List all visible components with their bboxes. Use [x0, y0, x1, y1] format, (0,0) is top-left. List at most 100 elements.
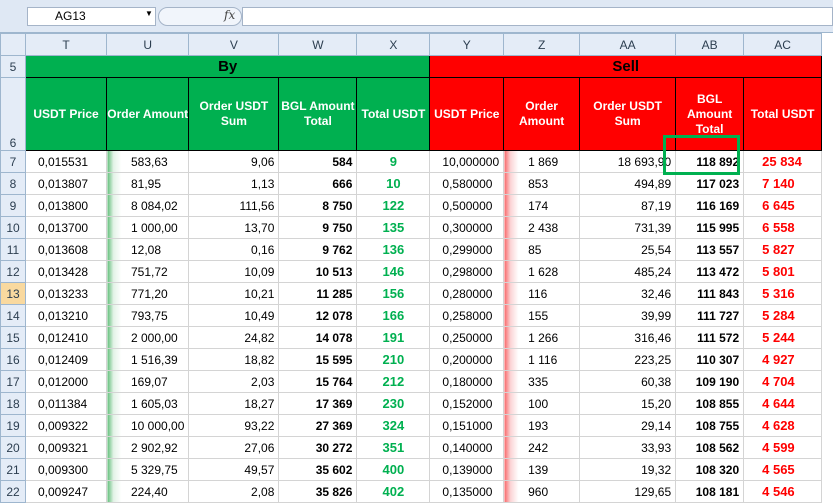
cell-w[interactable]: 9 762 [278, 238, 358, 261]
cell-x[interactable]: 136 [356, 238, 431, 261]
cell-y[interactable]: 10,000000 [429, 150, 505, 173]
cell-ac[interactable]: 5 801 [743, 260, 823, 283]
cell-ac[interactable]: 25 834 [743, 150, 823, 173]
cell-ab[interactable]: 111 843 [675, 282, 745, 305]
cell-t[interactable]: 0,012410 [25, 326, 107, 349]
cell-ab[interactable]: 113 472 [675, 260, 745, 283]
formula-input[interactable] [242, 7, 833, 26]
column-header-ab[interactable]: AB [675, 33, 745, 56]
row-header[interactable]: 21 [0, 458, 26, 481]
cell-t[interactable]: 0,009300 [25, 458, 107, 481]
header-sell-usdt-price[interactable]: USDT Price [429, 77, 505, 151]
cell-aa[interactable]: 39,99 [579, 304, 677, 327]
cell-aa[interactable]: 15,20 [579, 392, 677, 415]
cell-u[interactable]: 1 605,03 [105, 392, 190, 415]
cell-y[interactable]: 0,299000 [429, 238, 505, 261]
cell-y[interactable]: 0,139000 [429, 458, 505, 481]
cell-y[interactable]: 0,180000 [429, 370, 505, 393]
row-header[interactable]: 10 [0, 216, 26, 239]
cell-y[interactable]: 0,580000 [429, 172, 505, 195]
cell-w[interactable]: 9 750 [278, 216, 358, 239]
cell-ac[interactable]: 4 644 [743, 392, 823, 415]
header-buy-usdt-price[interactable]: USDT Price [25, 77, 107, 151]
cell-t[interactable]: 0,013700 [25, 216, 107, 239]
cell-ab[interactable]: 108 562 [675, 436, 745, 459]
cell-t[interactable]: 0,013807 [25, 172, 107, 195]
header-buy-bgl-amount-total[interactable]: BGL Amount Total [278, 77, 358, 151]
column-header-y[interactable]: Y [429, 33, 505, 56]
cell-x[interactable]: 191 [356, 326, 431, 349]
cell-aa[interactable]: 485,24 [579, 260, 677, 283]
cell-ac[interactable]: 4 927 [743, 348, 823, 371]
cell-ac[interactable]: 4 565 [743, 458, 823, 481]
cell-t[interactable]: 0,009322 [25, 414, 107, 437]
cell-ab[interactable]: 108 181 [675, 480, 745, 503]
cell-ab[interactable]: 115 995 [675, 216, 745, 239]
cell-w[interactable]: 666 [278, 172, 358, 195]
cell-t[interactable]: 0,013428 [25, 260, 107, 283]
column-header-w[interactable]: W [278, 33, 358, 56]
row-header[interactable]: 9 [0, 194, 26, 217]
cell-y[interactable]: 0,151000 [429, 414, 505, 437]
cell-ac[interactable]: 7 140 [743, 172, 823, 195]
cell-ab[interactable]: 116 169 [675, 194, 745, 217]
cell-ac[interactable]: 4 546 [743, 480, 823, 503]
cell-aa[interactable]: 494,89 [579, 172, 677, 195]
cell-v[interactable]: 0,16 [188, 238, 280, 261]
row-header[interactable]: 8 [0, 172, 26, 195]
header-sell-bgl-amount-total[interactable]: BGL Amount Total [675, 77, 745, 151]
cell-aa[interactable]: 29,14 [579, 414, 677, 437]
cell-w[interactable]: 35 826 [278, 480, 358, 503]
cell-w[interactable]: 10 513 [278, 260, 358, 283]
cell-ab[interactable]: 111 727 [675, 304, 745, 327]
cell-v[interactable]: 13,70 [188, 216, 280, 239]
cell-ac[interactable]: 6 645 [743, 194, 823, 217]
cell-aa[interactable]: 25,54 [579, 238, 677, 261]
cell-y[interactable]: 0,250000 [429, 326, 505, 349]
cell-ab[interactable]: 111 572 [675, 326, 745, 349]
cell-u[interactable]: 12,08 [105, 238, 190, 261]
column-header-x[interactable]: X [356, 33, 431, 56]
cell-t[interactable]: 0,009247 [25, 480, 107, 503]
row-header[interactable]: 13 [0, 282, 26, 305]
cell-v[interactable]: 111,56 [188, 194, 280, 217]
row-header[interactable]: 5 [0, 55, 26, 78]
row-header[interactable]: 12 [0, 260, 26, 283]
cell-ac[interactable]: 4 628 [743, 414, 823, 437]
cell-aa[interactable]: 33,93 [579, 436, 677, 459]
chevron-down-icon[interactable]: ▼ [145, 9, 153, 18]
cell-ac[interactable]: 5 316 [743, 282, 823, 305]
cell-ac[interactable]: 4 599 [743, 436, 823, 459]
cell-z[interactable]: 335 [503, 370, 581, 393]
cell-aa[interactable]: 129,65 [579, 480, 677, 503]
cell-y[interactable]: 0,200000 [429, 348, 505, 371]
cell-z[interactable]: 155 [503, 304, 581, 327]
cell-v[interactable]: 2,03 [188, 370, 280, 393]
cell-aa[interactable]: 87,19 [579, 194, 677, 217]
cell-ab[interactable]: 117 023 [675, 172, 745, 195]
cell-z[interactable]: 242 [503, 436, 581, 459]
cell-ab[interactable]: 113 557 [675, 238, 745, 261]
cell-ab[interactable]: 109 190 [675, 370, 745, 393]
cell-ac[interactable]: 5 827 [743, 238, 823, 261]
cell-ac[interactable]: 6 558 [743, 216, 823, 239]
cell-x[interactable]: 135 [356, 216, 431, 239]
cell-u[interactable]: 169,07 [105, 370, 190, 393]
cell-w[interactable]: 27 369 [278, 414, 358, 437]
row-header[interactable]: 11 [0, 238, 26, 261]
cell-v[interactable]: 10,49 [188, 304, 280, 327]
cell-v[interactable]: 2,08 [188, 480, 280, 503]
cell-y[interactable]: 0,140000 [429, 436, 505, 459]
cell-y[interactable]: 0,258000 [429, 304, 505, 327]
cell-t[interactable]: 0,013233 [25, 282, 107, 305]
row-header[interactable]: 16 [0, 348, 26, 371]
cell-x[interactable]: 230 [356, 392, 431, 415]
cell-aa[interactable]: 32,46 [579, 282, 677, 305]
cell-aa[interactable]: 19,32 [579, 458, 677, 481]
row-header[interactable]: 18 [0, 392, 26, 415]
cell-aa[interactable]: 223,25 [579, 348, 677, 371]
cell-x[interactable]: 212 [356, 370, 431, 393]
cell-z[interactable]: 116 [503, 282, 581, 305]
cell-v[interactable]: 10,09 [188, 260, 280, 283]
cell-y[interactable]: 0,298000 [429, 260, 505, 283]
